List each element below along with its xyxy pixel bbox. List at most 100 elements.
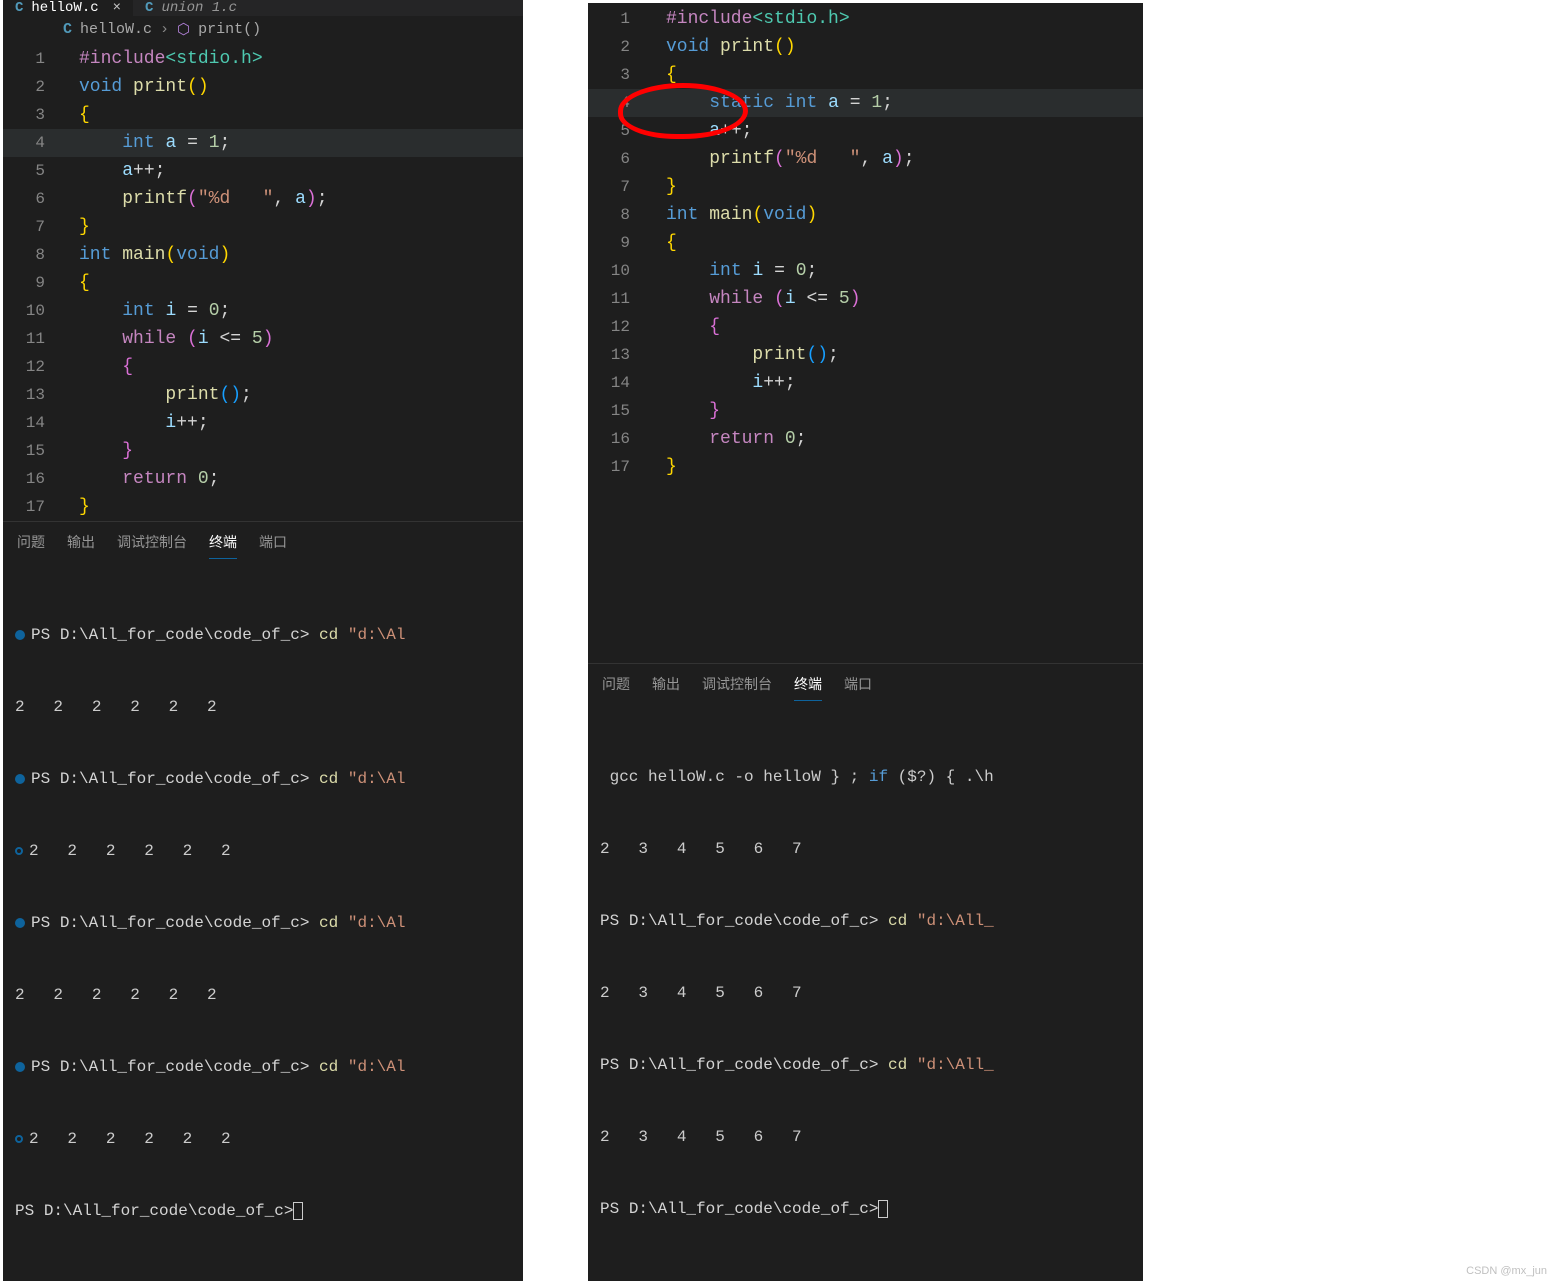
line-number: 12 — [3, 358, 63, 376]
code-line: print(); — [650, 345, 839, 365]
breadcrumb[interactable]: C helloW.c › ⬡ print() — [3, 16, 523, 43]
code-line: } — [63, 497, 90, 517]
tab-debug-console[interactable]: 调试控制台 — [117, 532, 187, 559]
line-number: 7 — [588, 178, 650, 196]
code-line: #include<stdio.h> — [650, 9, 850, 29]
prompt-dot-icon — [15, 774, 25, 784]
tab-output[interactable]: 输出 — [67, 532, 95, 559]
line-number: 9 — [3, 274, 63, 292]
code-line: int main(void) — [63, 245, 230, 265]
tab-ports[interactable]: 端口 — [844, 674, 872, 701]
line-number: 1 — [3, 50, 63, 68]
code-line: int main(void) — [650, 205, 817, 225]
bottom-panel-left: 问题 输出 调试控制台 终端 端口 PS D:\All_for_code\cod… — [3, 521, 523, 1281]
code-line: static int a = 1; — [650, 93, 893, 113]
tab-problems[interactable]: 问题 — [602, 674, 630, 701]
code-editor-right[interactable]: 1#include<stdio.h> 2void print() 3{ 4 st… — [588, 3, 1143, 663]
line-number: 13 — [588, 346, 650, 364]
line-number: 17 — [588, 458, 650, 476]
breadcrumb-symbol: print() — [198, 21, 261, 38]
c-lang-icon: C — [145, 0, 153, 16]
c-lang-icon: C — [15, 0, 23, 16]
line-number: 14 — [3, 414, 63, 432]
prompt-dot-icon — [15, 918, 25, 928]
line-number: 10 — [588, 262, 650, 280]
code-line: while (i <= 5) — [650, 289, 861, 309]
line-number: 16 — [3, 470, 63, 488]
code-line: int i = 0; — [63, 301, 230, 321]
code-editor-left[interactable]: 1#include<stdio.h> 2void print() 3{ 4 in… — [3, 43, 523, 521]
line-number: 2 — [3, 78, 63, 96]
line-number: 6 — [3, 190, 63, 208]
symbol-cube-icon: ⬡ — [177, 20, 190, 39]
editor-pane-right: 1#include<stdio.h> 2void print() 3{ 4 st… — [588, 3, 1143, 1281]
line-number: 13 — [3, 386, 63, 404]
line-number: 17 — [3, 498, 63, 516]
bottom-panel-right: 问题 输出 调试控制台 终端 端口 gcc helloW.c -o helloW… — [588, 663, 1143, 1281]
code-line: return 0; — [650, 429, 806, 449]
line-number: 8 — [588, 206, 650, 224]
line-number: 9 — [588, 234, 650, 252]
line-number: 16 — [588, 430, 650, 448]
cursor-icon — [878, 1200, 888, 1218]
code-line: a++; — [650, 121, 752, 141]
c-lang-icon: C — [63, 21, 72, 38]
code-line: { — [63, 357, 133, 377]
prompt-dot-icon — [15, 1062, 25, 1072]
code-line: int a = 1; — [63, 133, 230, 153]
code-line: printf("%d ", a); — [63, 189, 328, 209]
code-line: { — [63, 105, 90, 125]
code-line: int i = 0; — [650, 261, 817, 281]
code-line: printf("%d ", a); — [650, 149, 915, 169]
code-line: #include<stdio.h> — [63, 49, 263, 69]
code-line: } — [650, 401, 720, 421]
line-number: 3 — [588, 66, 650, 84]
code-line: while (i <= 5) — [63, 329, 274, 349]
code-line: void print() — [650, 37, 796, 57]
line-number: 5 — [3, 162, 63, 180]
tab-label: union 1.c — [161, 0, 237, 16]
terminal-right[interactable]: gcc helloW.c -o helloW } ; if ($?) { .\h… — [588, 709, 1143, 1281]
cursor-icon — [293, 1202, 303, 1220]
code-line: } — [650, 457, 677, 477]
close-icon[interactable]: × — [113, 0, 121, 16]
prompt-dot-icon — [15, 1135, 23, 1143]
line-number: 14 — [588, 374, 650, 392]
tab-problems[interactable]: 问题 — [17, 532, 45, 559]
code-line: { — [650, 233, 677, 253]
panel-tab-bar: 问题 输出 调试控制台 终端 端口 — [3, 522, 523, 567]
line-number: 4 — [588, 94, 650, 112]
code-line: { — [650, 65, 677, 85]
line-number: 10 — [3, 302, 63, 320]
code-line: a++; — [63, 161, 165, 181]
line-number: 7 — [3, 218, 63, 236]
tab-terminal[interactable]: 终端 — [209, 532, 237, 559]
chevron-icon: › — [160, 21, 169, 38]
tab-hellow[interactable]: C helloW.c × — [3, 0, 133, 16]
tab-output[interactable]: 输出 — [652, 674, 680, 701]
code-line: i++; — [650, 373, 796, 393]
line-number: 15 — [588, 402, 650, 420]
line-number: 11 — [3, 330, 63, 348]
tab-union[interactable]: C union 1.c — [133, 0, 249, 16]
code-line: void print() — [63, 77, 209, 97]
tab-bar: C helloW.c × C union 1.c — [3, 0, 523, 16]
line-number: 1 — [588, 10, 650, 28]
line-number: 12 — [588, 318, 650, 336]
tab-debug-console[interactable]: 调试控制台 — [702, 674, 772, 701]
editor-pane-left: C helloW.c × C union 1.c C helloW.c › ⬡ … — [3, 0, 523, 1281]
line-number: 11 — [588, 290, 650, 308]
code-line: print(); — [63, 385, 252, 405]
terminal-left[interactable]: PS D:\All_for_code\code_of_c> cd "d:\Al … — [3, 567, 523, 1281]
code-line: } — [63, 441, 133, 461]
code-line: } — [63, 217, 90, 237]
watermark-text: CSDN @mx_jun — [1466, 1265, 1547, 1277]
tab-terminal[interactable]: 终端 — [794, 674, 822, 701]
prompt-dot-icon — [15, 847, 23, 855]
line-number: 8 — [3, 246, 63, 264]
code-line: i++; — [63, 413, 209, 433]
code-line: } — [650, 177, 677, 197]
breadcrumb-file: helloW.c — [80, 21, 152, 38]
tab-ports[interactable]: 端口 — [259, 532, 287, 559]
code-line: { — [650, 317, 720, 337]
